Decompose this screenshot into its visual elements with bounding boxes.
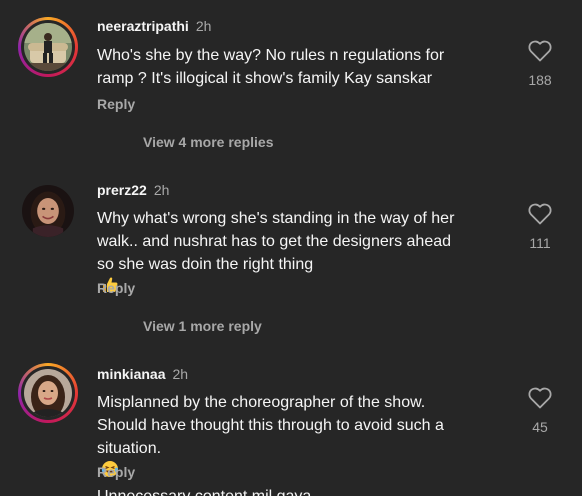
reply-button[interactable]: Reply xyxy=(97,95,135,113)
timestamp: 2h xyxy=(195,18,212,34)
comment-meta: prerz22 2h xyxy=(97,181,169,199)
woman-selfie-avatar-icon xyxy=(24,369,72,417)
laughing-tears-emoji-icon xyxy=(101,460,511,485)
comment-meta: minkianaa 2h xyxy=(97,365,188,383)
comments-feed: neeraztripathi 2h Who's she by the way? N… xyxy=(0,0,582,496)
thumbs-up-emoji-icon xyxy=(101,276,517,301)
timestamp: 2h xyxy=(153,182,170,198)
avatar-wrapper[interactable] xyxy=(18,181,78,241)
like-heart-icon[interactable] xyxy=(528,203,552,225)
like-count: 45 xyxy=(532,419,548,435)
view-more-replies-button[interactable]: View 1 more reply xyxy=(143,317,262,335)
avatar-story-ring[interactable] xyxy=(18,17,78,77)
avatar-story-ring[interactable] xyxy=(18,363,78,423)
person-on-sofa-avatar-icon xyxy=(24,23,72,71)
avatar xyxy=(22,185,74,237)
like-heart-icon[interactable] xyxy=(528,40,552,62)
reply-button[interactable]: Reply xyxy=(97,279,135,297)
avatar xyxy=(24,23,72,71)
reply-button[interactable]: Reply xyxy=(97,463,135,481)
comment-text: Why what's wrong she's standing in the w… xyxy=(97,207,517,301)
username[interactable]: minkianaa xyxy=(97,366,165,382)
like-count: 111 xyxy=(529,235,551,251)
timestamp: 2h xyxy=(172,366,189,382)
username[interactable]: neeraztripathi xyxy=(97,18,189,34)
username[interactable]: prerz22 xyxy=(97,182,147,198)
comment-text: Misplanned by the choreographer of the s… xyxy=(97,391,517,496)
like-heart-icon[interactable] xyxy=(528,387,552,409)
like-count: 188 xyxy=(528,72,552,88)
avatar xyxy=(24,369,72,417)
view-more-replies-button[interactable]: View 4 more replies xyxy=(143,133,273,151)
comment-text: Who's she by the way? No rules n regulat… xyxy=(97,47,445,87)
comment-meta: neeraztripathi 2h xyxy=(97,17,211,35)
woman-portrait-avatar-icon xyxy=(22,185,74,237)
